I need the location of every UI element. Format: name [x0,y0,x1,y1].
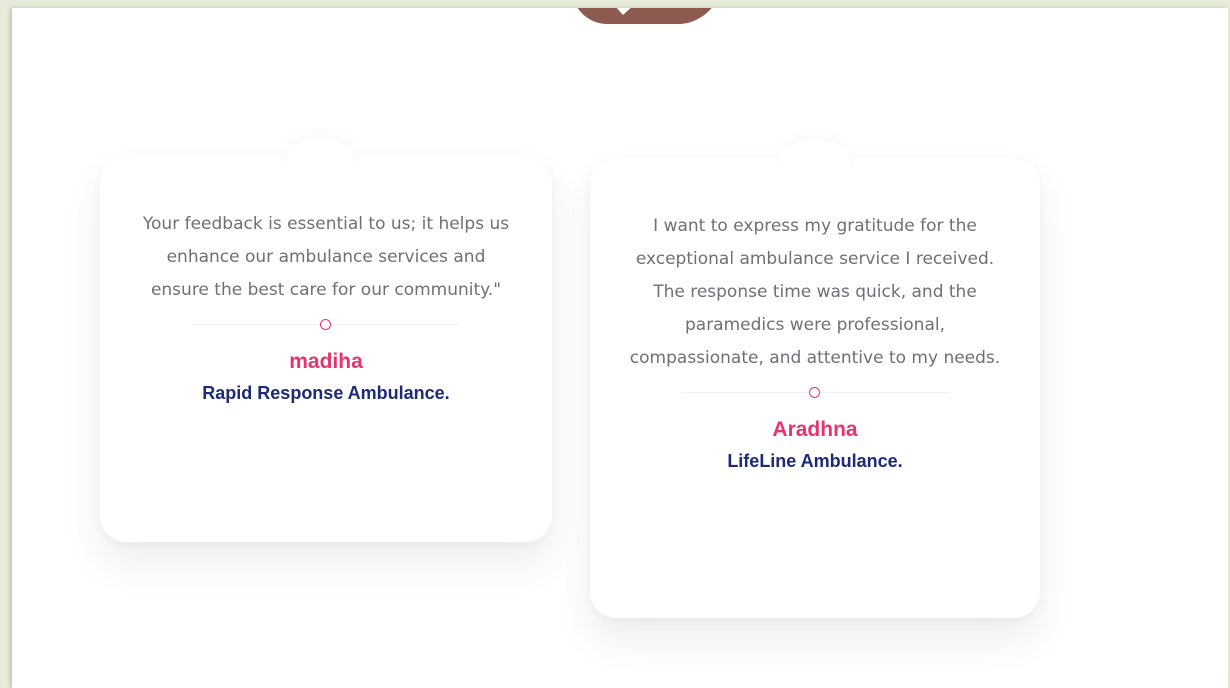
circle-icon [809,387,820,398]
testimonial-company: LifeLine Ambulance. [727,451,903,471]
testimonial-company: Rapid Response Ambulance. [202,383,450,403]
testimonial-card: Your feedback is essential to us; it hel… [100,138,552,542]
decorative-top-shape [568,8,726,24]
testimonial-author: Aradhna [772,418,858,441]
testimonial-quote: Your feedback is essential to us; it hel… [142,214,510,300]
circle-icon [320,319,331,330]
testimonial-divider [192,319,460,331]
testimonial-author: madiha [289,350,363,373]
testimonial-card: I want to express my gratitude for the e… [590,140,1040,618]
testimonials-section: Your feedback is essential to us; it hel… [12,8,1228,688]
testimonial-quote: I want to express my gratitude for the e… [629,216,1001,368]
testimonial-divider [681,387,949,399]
